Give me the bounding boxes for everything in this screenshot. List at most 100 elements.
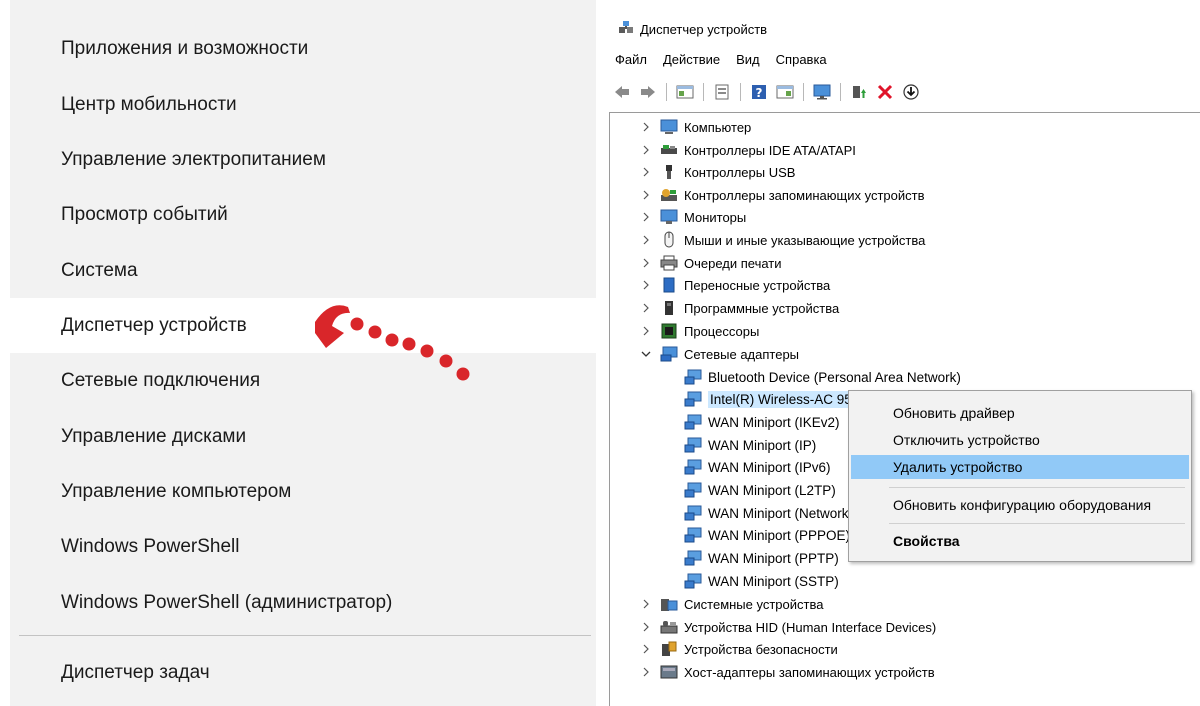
ctx-update-driver[interactable]: Обновить драйвер [851, 401, 1189, 425]
adapter-label: Intel(R) Wireless-AC 9560 [708, 390, 869, 408]
tree-item-label: Устройства HID (Human Interface Devices) [684, 619, 937, 635]
toolbar-separator [666, 83, 667, 101]
help-icon[interactable]: ? [748, 82, 770, 102]
usb-icon [660, 164, 678, 180]
adapter-wan-pptp[interactable]: WAN Miniport (PPTP) [684, 547, 839, 569]
tree-item-storage-controllers[interactable]: Контроллеры запоминающих устройств [641, 184, 924, 206]
menu-item-device-manager[interactable]: Диспетчер устройств [10, 298, 596, 353]
ctx-uninstall-device[interactable]: Удалить устройство [851, 455, 1189, 479]
tree-item-label: Мыши и иные указывающие устройства [684, 232, 926, 248]
chevron-right-icon[interactable] [641, 122, 651, 132]
ctx-scan-hardware-changes[interactable]: Обновить конфигурацию оборудования [851, 493, 1189, 517]
forward-icon[interactable] [637, 82, 659, 102]
ctx-properties[interactable]: Свойства [851, 529, 1189, 553]
network-adapter-icon [684, 505, 702, 521]
chevron-right-icon[interactable] [641, 622, 651, 632]
tree-item-usb-controllers[interactable]: Контроллеры USB [641, 161, 795, 183]
ctx-separator [889, 523, 1185, 524]
adapter-wan-l2tp[interactable]: WAN Miniport (L2TP) [684, 479, 836, 501]
tree-item-monitors[interactable]: Мониторы [641, 206, 746, 228]
tree-border [609, 112, 1200, 113]
tree-item-software-devices[interactable]: Программные устройства [641, 297, 839, 319]
menu-item-label: Просмотр событий [61, 203, 228, 225]
menu-item-mobility-center[interactable]: Центр мобильности [10, 77, 596, 132]
tree-item-portable-devices[interactable]: Переносные устройства [641, 274, 830, 296]
computer-icon [660, 119, 678, 135]
menu-item-task-manager[interactable]: Диспетчер задач [10, 645, 596, 700]
chevron-right-icon[interactable] [641, 167, 651, 177]
tree-item-label: Системные устройства [684, 596, 824, 612]
tree-item-computer[interactable]: Компьютер [641, 116, 751, 138]
update-driver-icon[interactable] [711, 82, 733, 102]
network-adapter-icon [684, 573, 702, 589]
adapter-wan-sstp[interactable]: WAN Miniport (SSTP) [684, 570, 839, 592]
menu-action[interactable]: Действие [663, 52, 720, 72]
menu-item-powershell-admin[interactable]: Windows PowerShell (администратор) [10, 575, 596, 630]
menu-item-event-viewer[interactable]: Просмотр событий [10, 187, 596, 242]
tree-item-processors[interactable]: Процессоры [641, 320, 759, 342]
adapter-intel-wireless[interactable]: Intel(R) Wireless-AC 9560 [684, 388, 869, 410]
scan-hardware-icon[interactable] [811, 82, 833, 102]
download-driver-icon[interactable] [900, 82, 922, 102]
menu-item-label: Приложения и возможности [61, 37, 309, 59]
menu-item-label: Центр мобильности [61, 93, 237, 115]
tree-item-security-devices[interactable]: Устройства безопасности [641, 638, 838, 660]
menu-help[interactable]: Справка [776, 52, 827, 72]
ctx-item-label: Обновить драйвер [893, 405, 1015, 421]
chevron-right-icon[interactable] [641, 667, 651, 677]
chevron-right-icon[interactable] [641, 644, 651, 654]
tree-item-hid[interactable]: Устройства HID (Human Interface Devices) [641, 616, 936, 638]
chevron-right-icon[interactable] [641, 258, 651, 268]
tree-item-label: Программные устройства [684, 300, 840, 316]
tree-item-mice[interactable]: Мыши и иные указывающие устройства [641, 229, 925, 251]
system-devices-icon [660, 596, 678, 612]
device-view-icon[interactable] [774, 82, 796, 102]
chevron-right-icon[interactable] [641, 212, 651, 222]
back-icon[interactable] [611, 82, 633, 102]
enable-device-icon[interactable] [848, 82, 870, 102]
processor-icon [660, 323, 678, 339]
toolbar-separator [703, 83, 704, 101]
menu-item-apps-features[interactable]: Приложения и возможности [10, 21, 596, 76]
window-title: Диспетчер устройств [640, 21, 768, 37]
menu-item-power-options[interactable]: Управление электропитанием [10, 132, 596, 187]
tree-item-ide-controllers[interactable]: Контроллеры IDE ATA/ATAPI [641, 139, 856, 161]
chevron-right-icon[interactable] [641, 303, 651, 313]
uninstall-x-icon[interactable] [874, 82, 896, 102]
network-adapter-icon [684, 369, 702, 385]
adapter-label: WAN Miniport (IKEv2) [708, 414, 840, 430]
adapter-wan-ip[interactable]: WAN Miniport (IP) [684, 434, 816, 456]
ctx-item-label: Свойства [893, 533, 960, 549]
chevron-right-icon[interactable] [641, 235, 651, 245]
tree-item-print-queues[interactable]: Очереди печати [641, 252, 782, 274]
menu-item-computer-management[interactable]: Управление компьютером [10, 464, 596, 519]
printer-icon [660, 255, 678, 271]
chevron-right-icon[interactable] [641, 326, 651, 336]
toolbar: ? [611, 80, 922, 104]
adapter-label: Bluetooth Device (Personal Area Network) [708, 369, 961, 385]
menu-item-powershell[interactable]: Windows PowerShell [10, 519, 596, 574]
chevron-right-icon[interactable] [641, 145, 651, 155]
mouse-icon [660, 231, 678, 248]
tree-item-storage-host-adapters[interactable]: Хост-адаптеры запоминающих устройств [641, 661, 935, 683]
adapter-wan-ipv6[interactable]: WAN Miniport (IPv6) [684, 456, 831, 478]
adapter-wan-pppoe[interactable]: WAN Miniport (PPPOE) [684, 524, 850, 546]
properties-sheet-icon[interactable] [674, 82, 696, 102]
ctx-separator [889, 487, 1185, 488]
menu-file[interactable]: Файл [615, 52, 647, 72]
chevron-right-icon[interactable] [641, 599, 651, 609]
chevron-right-icon[interactable] [641, 190, 651, 200]
menu-view[interactable]: Вид [736, 52, 760, 72]
menu-item-disk-management[interactable]: Управление дисками [10, 409, 596, 464]
tree-item-network-adapters[interactable]: Сетевые адаптеры [641, 343, 799, 365]
chevron-right-icon[interactable] [641, 280, 651, 290]
menu-item-network-connections[interactable]: Сетевые подключения [10, 353, 596, 408]
adapter-wan-ikev2[interactable]: WAN Miniport (IKEv2) [684, 411, 840, 433]
menu-item-label: Система [61, 259, 138, 281]
menu-item-system[interactable]: Система [10, 243, 596, 298]
network-adapter-icon [684, 437, 702, 453]
chevron-down-icon[interactable] [641, 349, 651, 359]
adapter-bluetooth-pan[interactable]: Bluetooth Device (Personal Area Network) [684, 366, 961, 388]
ctx-disable-device[interactable]: Отключить устройство [851, 428, 1189, 452]
tree-item-system-devices[interactable]: Системные устройства [641, 593, 823, 615]
